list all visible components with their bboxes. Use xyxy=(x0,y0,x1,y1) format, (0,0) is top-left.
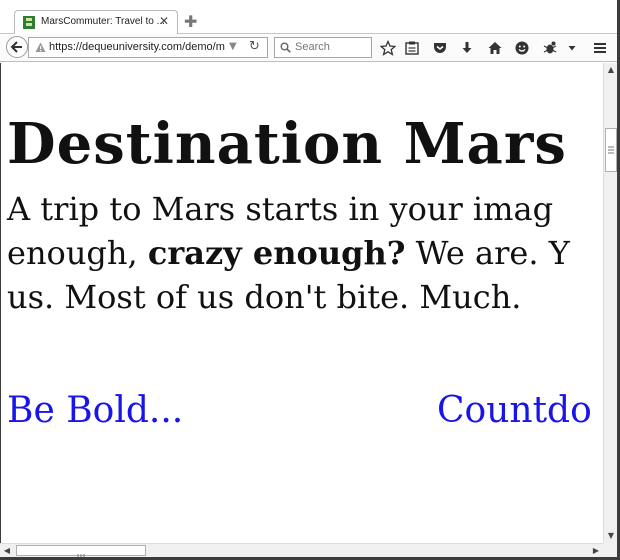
grip-icon xyxy=(608,146,614,154)
url-bar[interactable]: https://dequeuniversity.com/demo/m ▼ ↻ xyxy=(28,37,268,58)
search-icon xyxy=(280,42,291,53)
page-viewport: Destination Mars A trip to Mars starts i… xyxy=(0,63,603,543)
intro-line-1: A trip to Mars starts in your imag xyxy=(7,190,554,228)
page-title: Destination Mars xyxy=(7,111,567,177)
horizontal-scroll-thumb[interactable] xyxy=(16,545,146,559)
tab-marscommuter[interactable]: MarsCommuter: Travel to ... ✕ xyxy=(14,10,178,34)
reload-icon[interactable]: ↻ xyxy=(249,39,260,54)
be-bold-link[interactable]: Be Bold... xyxy=(7,388,183,434)
intro-line-2-end: We are. Y xyxy=(405,234,570,272)
favicon-icon xyxy=(23,16,35,29)
intro-line-2-start: enough, xyxy=(7,234,148,272)
scroll-down-arrow-icon[interactable]: ▼ xyxy=(604,529,618,543)
search-bar[interactable]: Search xyxy=(274,37,372,58)
vertical-scrollbar[interactable]: ▲ ▼ xyxy=(603,63,617,543)
bug-icon[interactable] xyxy=(540,38,560,58)
dropdown-icon[interactable] xyxy=(562,38,582,58)
back-icon xyxy=(10,41,22,53)
tab-strip: MarsCommuter: Travel to ... ✕ ✚ xyxy=(0,0,620,34)
intro-line-3: us. Most of us don't bite. Much. xyxy=(7,278,522,316)
back-button[interactable] xyxy=(6,36,28,58)
url-text[interactable]: https://dequeuniversity.com/demo/m xyxy=(49,41,229,53)
reader-icon[interactable] xyxy=(402,38,422,58)
new-tab-icon[interactable]: ✚ xyxy=(184,14,197,30)
tab-title: MarsCommuter: Travel to ... xyxy=(41,16,165,27)
close-tab-icon[interactable]: ✕ xyxy=(159,14,169,28)
home-icon[interactable] xyxy=(485,38,505,58)
scroll-left-arrow-icon[interactable]: ◀ xyxy=(0,544,14,558)
horizontal-scrollbar[interactable]: ◀ ▶ xyxy=(0,543,603,559)
scroll-up-arrow-icon[interactable]: ▲ xyxy=(604,63,618,77)
scroll-right-arrow-icon[interactable]: ▶ xyxy=(589,544,603,558)
download-icon[interactable] xyxy=(457,38,477,58)
intro-line-2: enough, crazy enough? We are. Y xyxy=(7,231,603,275)
navigation-toolbar: https://dequeuniversity.com/demo/m ▼ ↻ S… xyxy=(0,34,620,62)
search-input[interactable]: Search xyxy=(295,41,330,53)
menu-icon[interactable] xyxy=(590,38,610,58)
countdown-link[interactable]: Countdo xyxy=(437,388,592,434)
vertical-scroll-thumb[interactable] xyxy=(605,128,617,172)
scrollbar-corner xyxy=(603,543,617,557)
pocket-icon[interactable] xyxy=(430,38,450,58)
bookmark-star-icon[interactable] xyxy=(378,38,398,58)
url-dropdown-icon[interactable]: ▼ xyxy=(229,41,237,52)
smiley-icon[interactable] xyxy=(512,38,532,58)
warning-icon[interactable] xyxy=(35,42,46,53)
intro-emphasis: crazy enough? xyxy=(147,234,406,272)
intro-paragraph: A trip to Mars starts in your imag enoug… xyxy=(7,187,603,319)
